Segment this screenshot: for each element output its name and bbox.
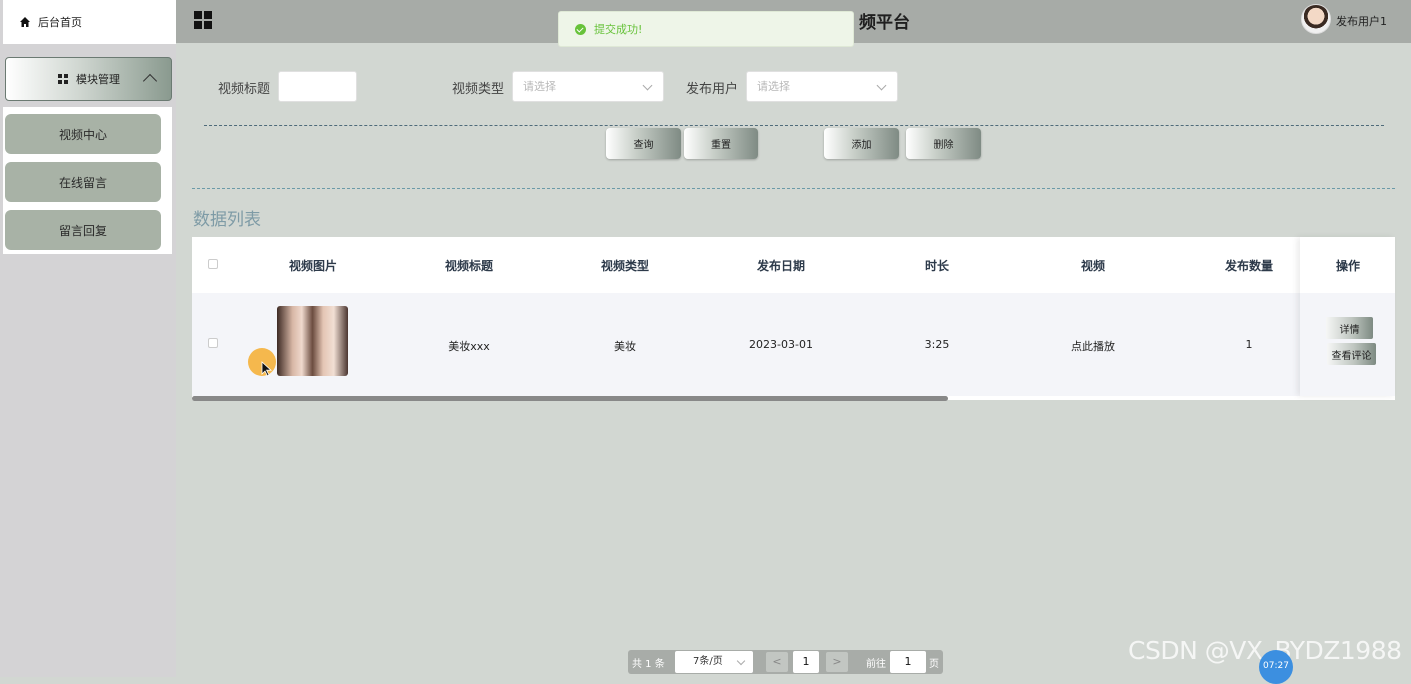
home-icon bbox=[20, 17, 30, 27]
video-type-placeholder: 请选择 bbox=[523, 80, 556, 93]
query-button[interactable]: 查询 bbox=[606, 128, 681, 159]
sidebar-home-link[interactable]: 后台首页 bbox=[3, 0, 176, 44]
column-header: 视频 bbox=[1080, 259, 1106, 273]
detail-button[interactable]: 详情 bbox=[1326, 317, 1373, 339]
delete-button[interactable]: 删除 bbox=[906, 128, 981, 159]
play-video-link[interactable]: 点此播放 bbox=[1071, 338, 1115, 354]
cell-title: 美妆xxx bbox=[448, 340, 490, 353]
column-header: 视频图片 bbox=[288, 259, 338, 273]
page-size-select[interactable]: 7条/页 bbox=[675, 651, 753, 673]
row-checkbox[interactable] bbox=[208, 338, 218, 348]
divider bbox=[192, 188, 1395, 189]
cell-type: 美妆 bbox=[614, 340, 636, 353]
username-label[interactable]: 发布用户1 bbox=[1336, 13, 1387, 29]
next-page-button[interactable]: > bbox=[826, 652, 848, 672]
publish-user-placeholder: 请选择 bbox=[757, 80, 790, 93]
cell-date: 2023-03-01 bbox=[749, 338, 813, 351]
select-all-checkbox[interactable] bbox=[208, 259, 218, 269]
page-size-value: 7条/页 bbox=[693, 656, 723, 667]
chevron-down-icon bbox=[876, 80, 887, 91]
column-header: 视频标题 bbox=[444, 259, 494, 273]
view-comments-button[interactable]: 查看评论 bbox=[1327, 343, 1376, 365]
video-title-input[interactable] bbox=[278, 71, 357, 102]
video-type-select[interactable]: 请选择 bbox=[512, 71, 664, 102]
goto-label: 前往 bbox=[866, 659, 886, 670]
prev-page-button[interactable]: < bbox=[766, 652, 788, 672]
horizontal-scrollbar[interactable] bbox=[192, 396, 948, 401]
chevron-down-icon bbox=[736, 656, 746, 666]
sidebar-item-label: 视频中心 bbox=[58, 127, 107, 142]
sidebar-home-label: 后台首页 bbox=[38, 16, 82, 29]
reset-button[interactable]: 重置 bbox=[684, 128, 758, 159]
chevron-up-icon bbox=[142, 73, 158, 89]
menu-toggle-icon[interactable] bbox=[194, 11, 212, 29]
cell-count: 1 bbox=[1245, 338, 1253, 351]
page-suffix: 页 bbox=[929, 659, 939, 670]
sidebar-module-label: 模块管理 bbox=[76, 73, 120, 86]
sidebar-submenu: 视频中心 在线留言 留言回复 bbox=[3, 107, 172, 254]
sidebar-item-message-reply[interactable]: 留言回复 bbox=[5, 210, 161, 250]
sidebar bbox=[0, 0, 176, 677]
chevron-down-icon bbox=[642, 80, 653, 91]
timer-badge: 07:27 bbox=[1259, 650, 1293, 684]
check-circle-icon bbox=[575, 23, 586, 35]
sidebar-item-online-message[interactable]: 在线留言 bbox=[5, 162, 161, 202]
list-title: 数据列表 bbox=[193, 210, 261, 230]
video-thumbnail[interactable] bbox=[277, 306, 348, 376]
column-header: 视频类型 bbox=[600, 259, 650, 273]
page-number-active[interactable]: 1 bbox=[793, 651, 819, 673]
cell-duration: 3:25 bbox=[924, 338, 950, 351]
column-header: 发布日期 bbox=[756, 259, 806, 273]
goto-page-input[interactable]: 1 bbox=[890, 651, 926, 673]
pagination-total: 共 1 条 bbox=[632, 659, 665, 670]
sidebar-item-video-center[interactable]: 视频中心 bbox=[5, 114, 161, 154]
sidebar-item-label: 在线留言 bbox=[58, 175, 107, 190]
mouse-cursor-icon bbox=[261, 361, 273, 377]
toast-message: 提交成功! bbox=[594, 23, 643, 36]
add-button[interactable]: 添加 bbox=[824, 128, 899, 159]
video-type-label: 视频类型 bbox=[452, 82, 505, 97]
grid-icon bbox=[58, 74, 68, 84]
sidebar-module-management[interactable]: 模块管理 bbox=[5, 57, 172, 101]
publish-user-select[interactable]: 请选择 bbox=[746, 71, 898, 102]
sidebar-item-label: 留言回复 bbox=[58, 223, 107, 238]
avatar[interactable] bbox=[1301, 4, 1331, 34]
publish-user-label: 发布用户 bbox=[686, 82, 739, 97]
column-header: 操作 bbox=[1335, 259, 1361, 273]
success-toast: 提交成功! bbox=[558, 11, 854, 47]
column-header: 发布数量 bbox=[1224, 259, 1274, 273]
divider bbox=[204, 125, 1384, 126]
column-header: 时长 bbox=[924, 259, 950, 273]
video-title-label: 视频标题 bbox=[218, 82, 271, 97]
